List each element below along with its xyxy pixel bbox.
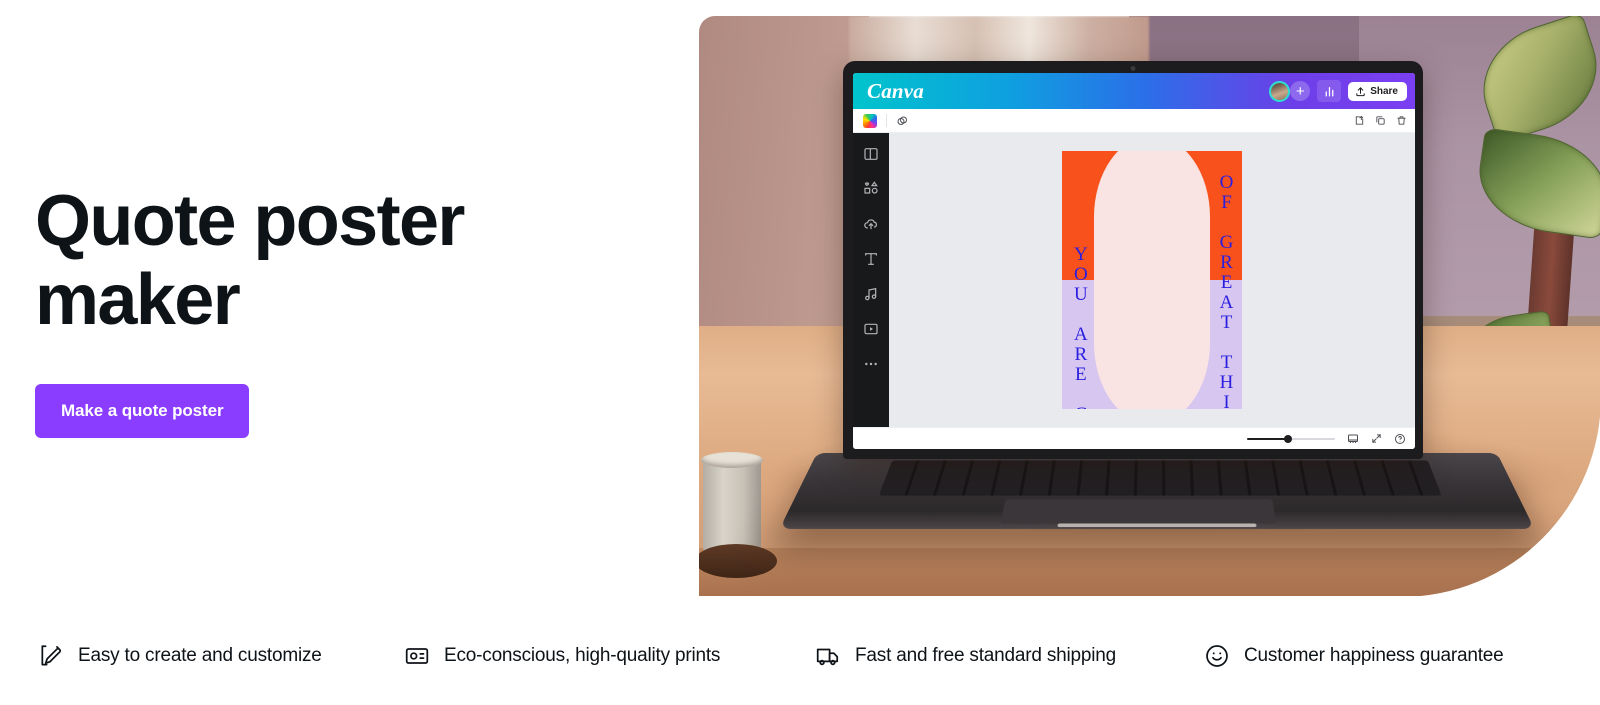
share-upload-icon [1356, 86, 1365, 96]
desk-scene: Canva + Share YOU ARE CAPABLE OF GREAT T… [699, 16, 1600, 596]
edit-pencil-icon [41, 644, 62, 666]
poster-text-line-a[interactable]: YOU ARE CAPABLE [1070, 244, 1091, 409]
canva-header: Canva + Share [853, 73, 1415, 109]
poster-text-line-b[interactable]: OF GREAT THINGS. [1216, 172, 1237, 409]
laptop-lip [1057, 523, 1257, 528]
help-icon[interactable] [1394, 433, 1406, 445]
sidebar-item-text[interactable] [863, 251, 879, 267]
feature-item: Fast and free standard shipping [815, 643, 1116, 669]
duplicate-icon[interactable] [1375, 115, 1386, 126]
user-avatar[interactable] [1269, 80, 1291, 102]
trash-icon[interactable] [1396, 115, 1407, 126]
feature-item: Easy to create and customize [38, 643, 322, 669]
grid-view-icon[interactable] [1347, 433, 1359, 445]
feature-label: Eco-conscious, high-quality prints [444, 644, 721, 666]
feature-bar: Easy to create and customize Eco-conscio… [0, 628, 1600, 683]
transparency-icon[interactable] [896, 115, 908, 127]
feature-label: Easy to create and customize [78, 644, 322, 666]
share-button[interactable]: Share [1348, 81, 1407, 101]
poster-artwork[interactable]: YOU ARE CAPABLE OF GREAT THINGS. [1062, 151, 1242, 409]
page-title: Quote poster maker [35, 181, 615, 341]
page-title-line-1: Quote poster [35, 181, 465, 261]
sidebar-item-elements[interactable] [863, 181, 879, 197]
canva-header-actions: + Share [1269, 80, 1407, 102]
share-button-label: Share [1370, 85, 1398, 97]
make-a-quote-poster-button[interactable]: Make a quote poster [35, 384, 250, 439]
poster-blob-shape [1094, 202, 1210, 363]
canva-canvas[interactable]: YOU ARE CAPABLE OF GREAT THINGS. [889, 133, 1415, 427]
canva-toolbar [853, 109, 1415, 133]
canva-editor-screen: Canva + Share YOU ARE CAPABLE OF GREAT T… [853, 73, 1415, 449]
quote-poster-maker-page: Quote poster maker Make a quote poster C… [0, 0, 1600, 705]
zoom-slider[interactable] [1247, 434, 1335, 443]
feature-item: Eco-conscious, high-quality prints [404, 643, 720, 669]
webcam-icon [1130, 66, 1136, 71]
laptop-lid: Canva + Share YOU ARE CAPABLE OF GREAT T… [843, 61, 1423, 459]
hero-image: Canva + Share YOU ARE CAPABLE OF GREAT T… [699, 16, 1600, 596]
smiley-face-icon [1206, 644, 1228, 667]
color-swatch-icon[interactable] [863, 113, 877, 128]
sidebar-item-more[interactable] [863, 356, 879, 372]
zoom-slider-fill [1247, 437, 1286, 440]
canva-logo[interactable]: Canva [867, 79, 924, 104]
analytics-icon[interactable] [1317, 80, 1342, 102]
zoom-slider-knob[interactable] [1283, 434, 1292, 443]
eco-print-icon [405, 647, 429, 664]
sidebar-item-design[interactable] [863, 146, 879, 162]
canva-bottom-bar [853, 427, 1415, 449]
laptop-trackpad [1000, 498, 1277, 524]
sidebar-item-audio[interactable] [863, 286, 879, 302]
laptop: Canva + Share YOU ARE CAPABLE OF GREAT T… [779, 61, 1537, 581]
mug-coaster [699, 544, 777, 578]
laptop-base [779, 453, 1535, 529]
feature-label: Customer happiness guarantee [1244, 644, 1504, 666]
laptop-keyboard [878, 460, 1442, 496]
canva-body: YOU ARE CAPABLE OF GREAT THINGS. [853, 133, 1415, 427]
toolbar-divider [886, 114, 887, 127]
add-member-icon[interactable]: + [1290, 81, 1311, 101]
hero-copy: Quote poster maker Make a quote poster [35, 181, 615, 439]
feature-item: Customer happiness guarantee [1204, 643, 1504, 669]
position-icon[interactable] [1354, 115, 1365, 126]
feature-label: Fast and free standard shipping [855, 644, 1117, 666]
fullscreen-icon[interactable] [1371, 433, 1382, 444]
page-title-line-2: maker [35, 260, 241, 341]
canva-toolbar-right [1354, 115, 1407, 126]
sidebar-item-uploads[interactable] [863, 216, 879, 232]
canva-sidebar [853, 133, 889, 427]
coffee-mug-rim [701, 452, 763, 468]
delivery-truck-icon [816, 648, 839, 665]
sidebar-item-videos[interactable] [863, 321, 879, 337]
